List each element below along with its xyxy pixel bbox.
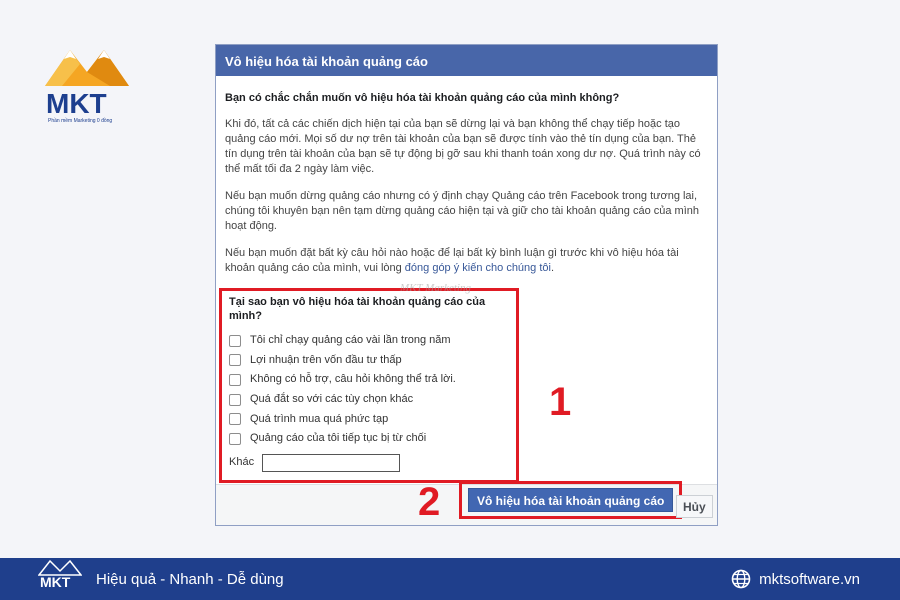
feedback-link[interactable]: đóng góp ý kiến cho chúng tôi [405, 262, 551, 274]
dialog-body: Bạn có chắc chắn muốn vô hiệu hóa tài kh… [216, 76, 717, 483]
reason-label: Lợi nhuận trên vốn đầu tư thấp [250, 353, 402, 366]
confirm-question: Bạn có chắc chắn muốn vô hiệu hóa tài kh… [225, 92, 620, 104]
mountain-logo-icon [45, 50, 129, 86]
footer-bar: MKT Hiệu quả - Nhanh - Dễ dùng mktsoftwa… [0, 558, 900, 600]
reason-option[interactable]: Quá đắt so với các tùy chọn khác [229, 390, 508, 410]
brand-name: MKT [46, 88, 107, 119]
other-reason-row: Khác [229, 453, 508, 472]
footer-website[interactable]: mktsoftware.vn [731, 569, 860, 589]
reason-label: Không có hỗ trợ, câu hỏi không thể trả l… [250, 373, 456, 386]
globe-icon [731, 569, 751, 589]
step-1-annotation: 1 [549, 380, 572, 424]
reason-option[interactable]: Lợi nhuận trên vốn đầu tư thấp [229, 351, 508, 371]
info-paragraph-3: Nếu bạn muốn đặt bất kỳ câu hỏi nào hoặc… [225, 246, 708, 276]
reason-checkbox[interactable] [229, 334, 241, 347]
reason-option[interactable]: Không có hỗ trợ, câu hỏi không thể trả l… [229, 370, 508, 390]
reason-checkbox[interactable] [229, 393, 241, 406]
reason-label: Quảng cáo của tôi tiếp tục bị từ chối [250, 432, 427, 445]
dialog-title: Vô hiệu hóa tài khoản quảng cáo [216, 48, 717, 76]
info-paragraph-1: Khi đó, tất cả các chiến dịch hiện tại c… [225, 118, 701, 175]
reason-option[interactable]: Tôi chỉ chạy quảng cáo vài lần trong năm [229, 331, 508, 351]
reason-label: Tôi chỉ chạy quảng cáo vài lần trong năm [250, 334, 451, 347]
step-2-annotation: 2 [418, 480, 441, 524]
deactivate-button[interactable]: Vô hiệu hóa tài khoản quảng cáo [468, 488, 674, 512]
brand-slogan: Phần mềm Marketing 0 đồng [48, 118, 113, 124]
reason-checkbox[interactable] [229, 373, 241, 386]
other-reason-label: Khác [229, 456, 255, 469]
watermark: MKT Marketing [400, 282, 471, 294]
reason-label: Quá trình mua quá phức tạp [250, 412, 389, 425]
reason-checkbox[interactable] [229, 354, 241, 367]
brand-logo: MKT Phần mềm Marketing 0 đồng [40, 42, 135, 132]
reason-title: Tại sao bạn vô hiệu hóa tài khoản quảng … [229, 296, 486, 322]
primary-button-highlight: Vô hiệu hóa tài khoản quảng cáo [459, 481, 683, 519]
footer-logo: MKT [38, 558, 94, 600]
reason-option[interactable]: Quảng cáo của tôi tiếp tục bị từ chối [229, 429, 508, 449]
footer-slogan: Hiệu quả - Nhanh - Dễ dùng [96, 570, 284, 588]
footer-website-text[interactable]: mktsoftware.vn [759, 571, 860, 588]
reason-checkbox[interactable] [229, 432, 241, 445]
reason-section: Tại sao bạn vô hiệu hóa tài khoản quảng … [219, 288, 519, 483]
reason-checkbox[interactable] [229, 413, 241, 426]
other-reason-input[interactable] [262, 453, 401, 472]
reason-option[interactable]: Quá trình mua quá phức tạp [229, 409, 508, 429]
footer-logo-text: MKT [40, 574, 71, 590]
info-paragraph-2: Nếu bạn muốn dừng quảng cáo nhưng có ý đ… [225, 190, 700, 232]
info-paragraph-3-end: . [550, 262, 555, 274]
reason-label: Quá đắt so với các tùy chọn khác [250, 393, 414, 406]
cancel-button[interactable]: Hủy [676, 495, 713, 518]
